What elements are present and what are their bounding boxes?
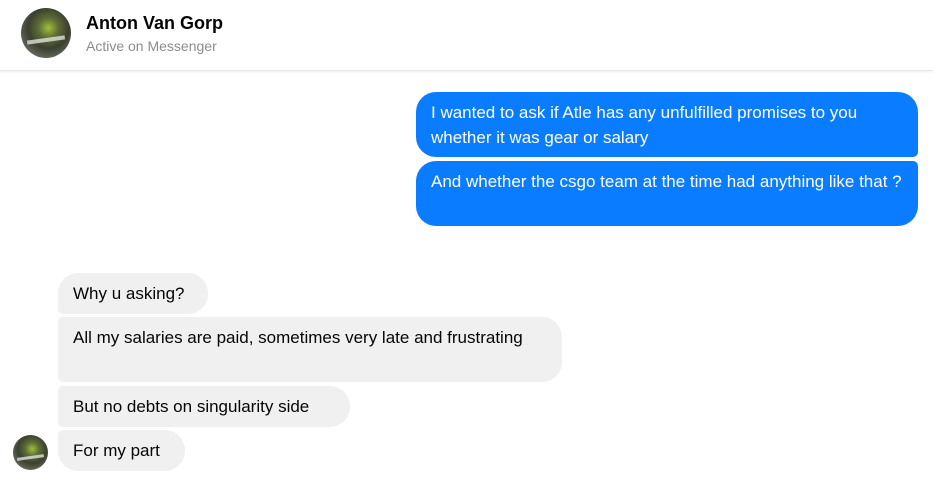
avatar-image-detail xyxy=(16,454,45,461)
avatar-image-detail xyxy=(26,35,66,45)
contact-status: Active on Messenger xyxy=(86,38,217,54)
outgoing-message[interactable]: And whether the csgo team at the time ha… xyxy=(416,161,918,226)
contact-avatar[interactable] xyxy=(21,8,71,58)
conversation-header: Anton Van Gorp Active on Messenger xyxy=(0,0,933,71)
outgoing-message[interactable]: I wanted to ask if Atle has any unfulfil… xyxy=(416,92,918,157)
incoming-message[interactable]: But no debts on singularity side xyxy=(58,386,350,427)
incoming-message[interactable]: Why u asking? xyxy=(58,273,208,314)
sender-avatar[interactable] xyxy=(13,435,48,470)
incoming-message[interactable]: All my salaries are paid, sometimes very… xyxy=(58,317,562,382)
contact-name[interactable]: Anton Van Gorp xyxy=(86,13,223,34)
incoming-message[interactable]: For my part xyxy=(58,430,185,471)
